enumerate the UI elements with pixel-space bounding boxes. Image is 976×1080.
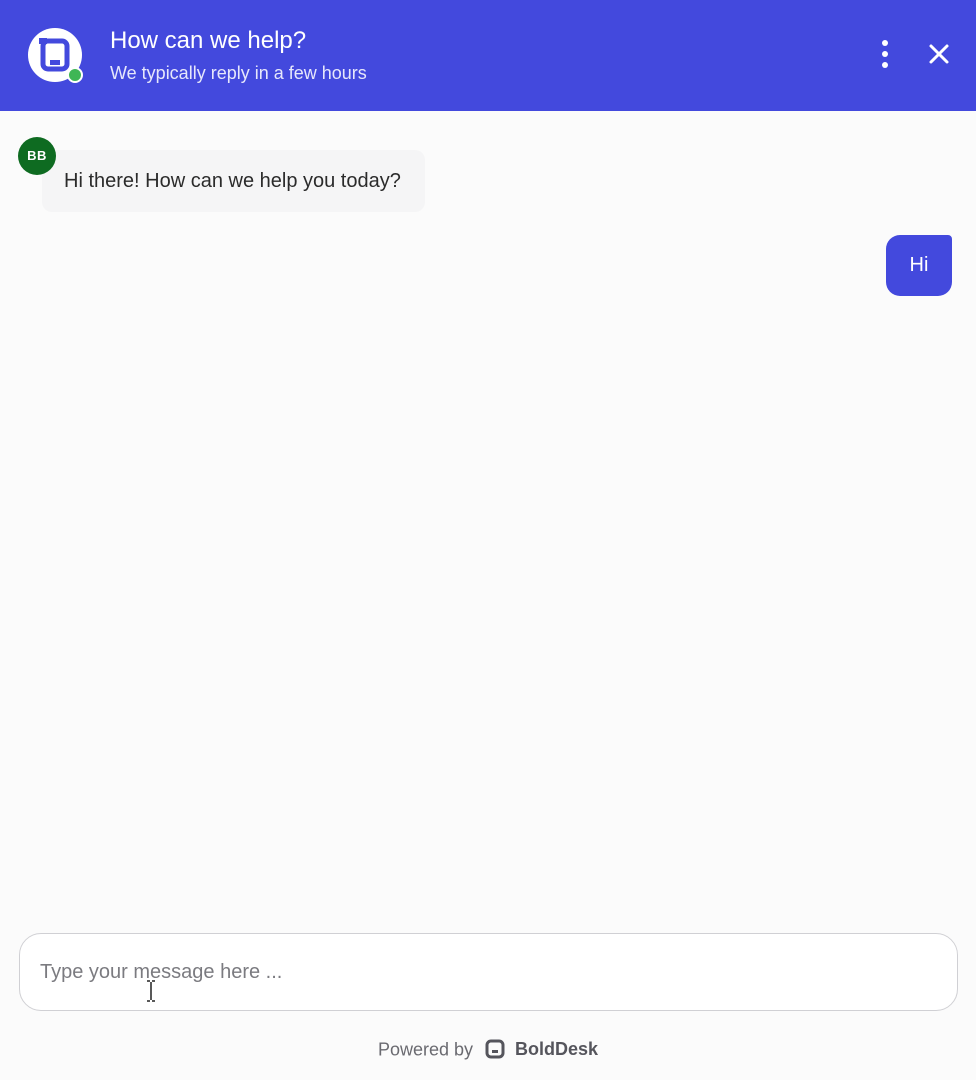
close-icon xyxy=(929,44,949,64)
user-message-bubble: Hi xyxy=(886,235,952,296)
bolddesk-small-logo-icon xyxy=(484,1038,506,1060)
footer: Powered by BoldDesk xyxy=(0,1036,976,1061)
online-status-indicator xyxy=(67,67,83,83)
message-input[interactable] xyxy=(40,956,920,988)
message-composer[interactable] xyxy=(19,933,958,1011)
text-cursor-icon xyxy=(147,980,155,1002)
chat-widget: How can we help? We typically reply in a… xyxy=(0,0,976,1080)
agent-message-bubble: Hi there! How can we help you today? xyxy=(42,150,425,212)
bolddesk-brand-link[interactable]: BoldDesk xyxy=(515,1039,598,1059)
header-title: How can we help? xyxy=(110,27,307,54)
more-options-button[interactable] xyxy=(870,36,900,72)
chat-header: How can we help? We typically reply in a… xyxy=(0,0,976,111)
close-button[interactable] xyxy=(922,37,956,71)
powered-by-label: Powered by xyxy=(377,1039,473,1060)
user-message-text: Hi xyxy=(909,254,929,276)
agent-message-text: Hi there! How can we help you today? xyxy=(64,170,401,192)
header-subtitle: We typically reply in a few hours xyxy=(110,63,367,83)
agent-avatar: BB xyxy=(18,137,56,175)
